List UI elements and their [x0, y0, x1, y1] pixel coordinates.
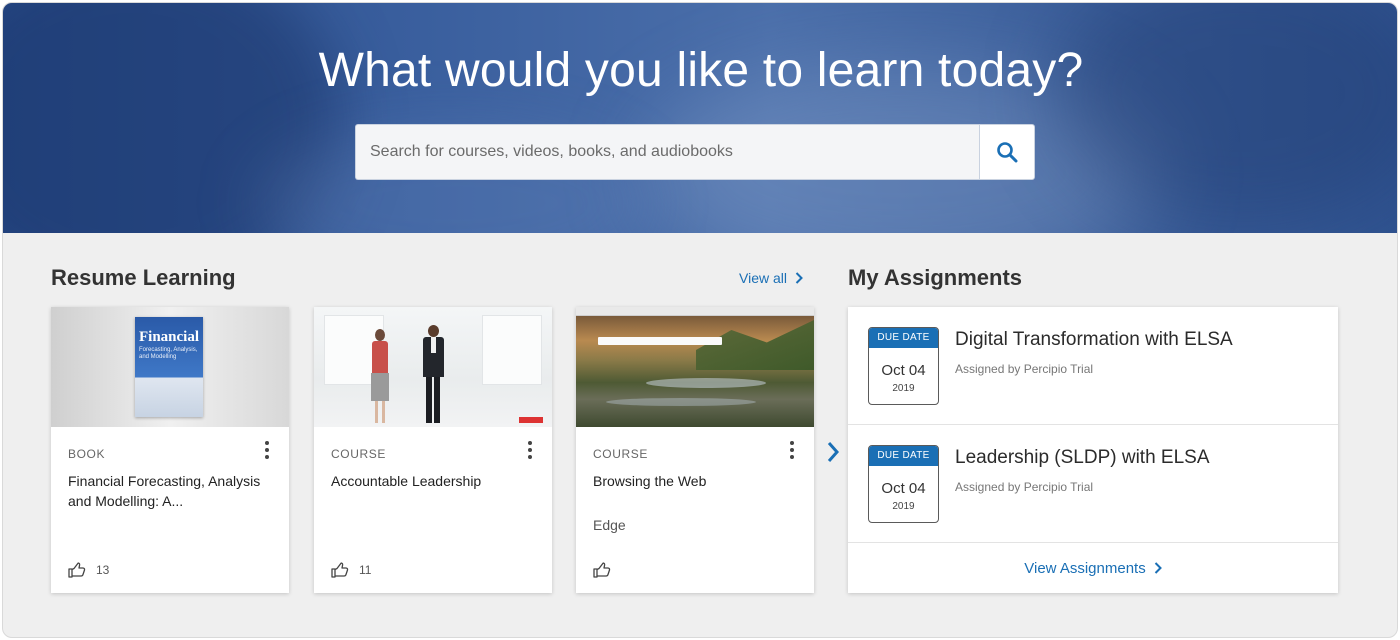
search-bar: [355, 124, 1035, 180]
card-thumbnail: [314, 307, 552, 427]
due-date-year: 2019: [892, 383, 915, 394]
learning-card-course-browsing[interactable]: COURSE Browsing the Web Edge: [576, 307, 814, 593]
assignment-assigned-by: Assigned by Percipio Trial: [955, 480, 1094, 494]
search-input[interactable]: [355, 124, 979, 180]
card-more-menu[interactable]: [257, 439, 277, 461]
browser-landscape: [576, 316, 814, 427]
view-assignments-label: View Assignments: [1024, 559, 1146, 577]
card-title: Financial Forecasting, Analysis and Mode…: [68, 473, 261, 509]
browser-search-box: [598, 337, 722, 345]
thumb-window: [482, 315, 542, 385]
due-date-badge: DUE DATE Oct 04 2019: [868, 327, 939, 405]
card-type: BOOK: [68, 447, 106, 461]
card-thumbnail: [576, 307, 814, 427]
hero-title: What would you like to learn today?: [318, 44, 1084, 97]
carousel-next-button[interactable]: [821, 435, 845, 469]
chevron-right-icon: [827, 442, 840, 462]
view-all-link[interactable]: View all: [739, 270, 803, 286]
chevron-right-icon: [1154, 562, 1162, 574]
hero-banner: What would you like to learn today?: [3, 3, 1397, 233]
due-date-label: DUE DATE: [869, 446, 938, 466]
card-more-menu[interactable]: [782, 439, 802, 461]
due-date-year: 2019: [892, 501, 915, 512]
thumb-logo: [519, 417, 543, 423]
learning-card-course-leadership[interactable]: COURSE Accountable Leadership 11: [314, 307, 552, 593]
view-all-label: View all: [739, 270, 787, 286]
view-assignments-link[interactable]: View Assignments: [848, 543, 1338, 593]
presenter-man: [420, 325, 446, 425]
like-count: 13: [96, 563, 110, 577]
thumbs-up-icon: [593, 562, 611, 578]
book-cover-subtitle: Forecasting, Analysis, and Modelling: [139, 347, 198, 360]
card-title: Accountable Leadership: [331, 473, 482, 489]
browser-toolbar: [576, 307, 814, 316]
resume-learning-title: Resume Learning: [51, 265, 236, 290]
search-button[interactable]: [979, 124, 1035, 180]
like-button[interactable]: 13: [68, 562, 109, 578]
due-date-badge: DUE DATE Oct 04 2019: [868, 445, 939, 523]
assignment-item[interactable]: DUE DATE Oct 04 2019 Digital Transformat…: [848, 307, 1338, 425]
like-button[interactable]: 11: [331, 562, 371, 578]
assignment-assigned-by: Assigned by Percipio Trial: [955, 362, 1094, 376]
card-type: COURSE: [593, 447, 648, 461]
card-title: Browsing the Web: [593, 473, 707, 489]
book-cover-title: Financial: [139, 329, 200, 345]
card-thumbnail: Financial Forecasting, Analysis, and Mod…: [51, 307, 289, 427]
assignment-title: Digital Transformation with ELSA: [955, 329, 1233, 350]
assignments-panel: DUE DATE Oct 04 2019 Digital Transformat…: [848, 307, 1338, 593]
book-cover: Financial Forecasting, Analysis, and Mod…: [135, 317, 203, 417]
due-date-day: Oct 04: [881, 480, 926, 497]
page-frame: What would you like to learn today? Resu…: [2, 2, 1398, 638]
due-date-label: DUE DATE: [869, 328, 938, 348]
thumbs-up-icon: [68, 562, 86, 578]
card-type: COURSE: [331, 447, 386, 461]
like-count: 11: [359, 563, 372, 577]
my-assignments-title: My Assignments: [848, 265, 1023, 290]
thumbs-up-icon: [331, 562, 349, 578]
card-more-menu[interactable]: [520, 439, 540, 461]
like-button[interactable]: [593, 562, 621, 578]
assignment-title: Leadership (SLDP) with ELSA: [955, 447, 1210, 468]
assignment-item[interactable]: DUE DATE Oct 04 2019 Leadership (SLDP) w…: [848, 425, 1338, 543]
search-icon: [997, 142, 1018, 163]
chevron-right-icon: [795, 272, 803, 284]
due-date-day: Oct 04: [881, 362, 926, 379]
learning-card-book[interactable]: Financial Forecasting, Analysis, and Mod…: [51, 307, 289, 593]
card-subtitle: Edge: [593, 517, 626, 533]
presenter-woman: [369, 329, 391, 425]
